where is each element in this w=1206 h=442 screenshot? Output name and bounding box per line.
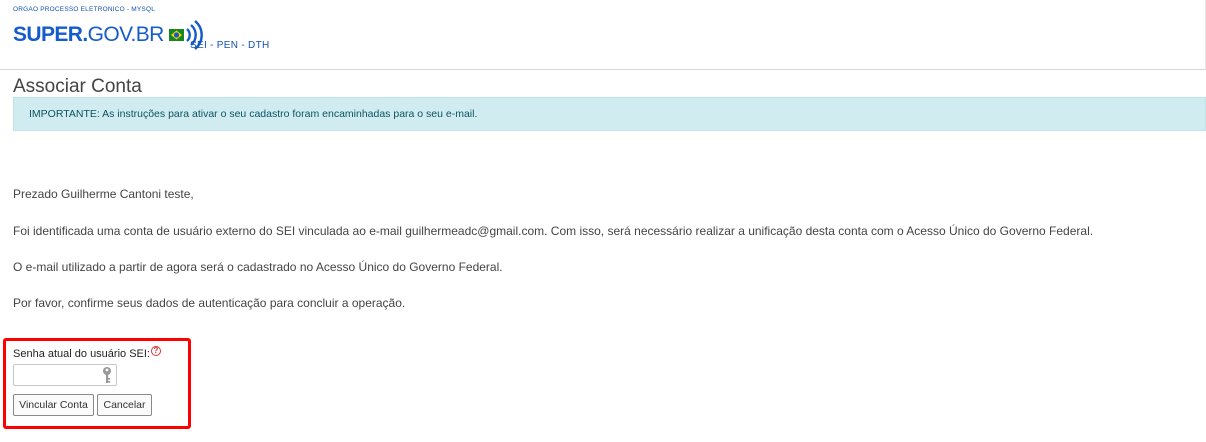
cancel-button[interactable]: Cancelar xyxy=(97,394,152,416)
key-icon xyxy=(101,366,113,389)
logo-text-gov: GOV.BR xyxy=(87,23,165,46)
info-paragraph-email: O e-mail utilizado a partir de agora ser… xyxy=(13,260,503,274)
page-title: Associar Conta xyxy=(13,76,142,97)
greeting-text: Prezado Guilherme Cantoni teste, xyxy=(13,187,194,201)
info-alert: IMPORTANTE: As instruções para ativar o … xyxy=(13,97,1206,131)
info-paragraph-account: Foi identificada uma conta de usuário ex… xyxy=(13,224,1094,238)
org-label: ORGAO PROCESSO ELETRONICO - MYSQL xyxy=(13,6,156,13)
subsystems-label: SEI - PEN - DTH xyxy=(190,40,270,51)
link-account-button[interactable]: Vincular Conta xyxy=(13,394,94,416)
help-icon[interactable]: ? xyxy=(151,346,161,356)
password-label: Senha atual do usuário SEI: xyxy=(13,348,150,360)
header: ORGAO PROCESSO ELETRONICO - MYSQL SUPER.… xyxy=(0,0,1206,70)
gov-br-logo[interactable]: SUPER.GOV.BR xyxy=(13,18,204,52)
logo-text-super: SUPER. xyxy=(13,23,88,46)
logo-text: SUPER.GOV.BR xyxy=(13,23,164,47)
info-paragraph-confirm: Por favor, confirme seus dados de autent… xyxy=(13,296,406,310)
